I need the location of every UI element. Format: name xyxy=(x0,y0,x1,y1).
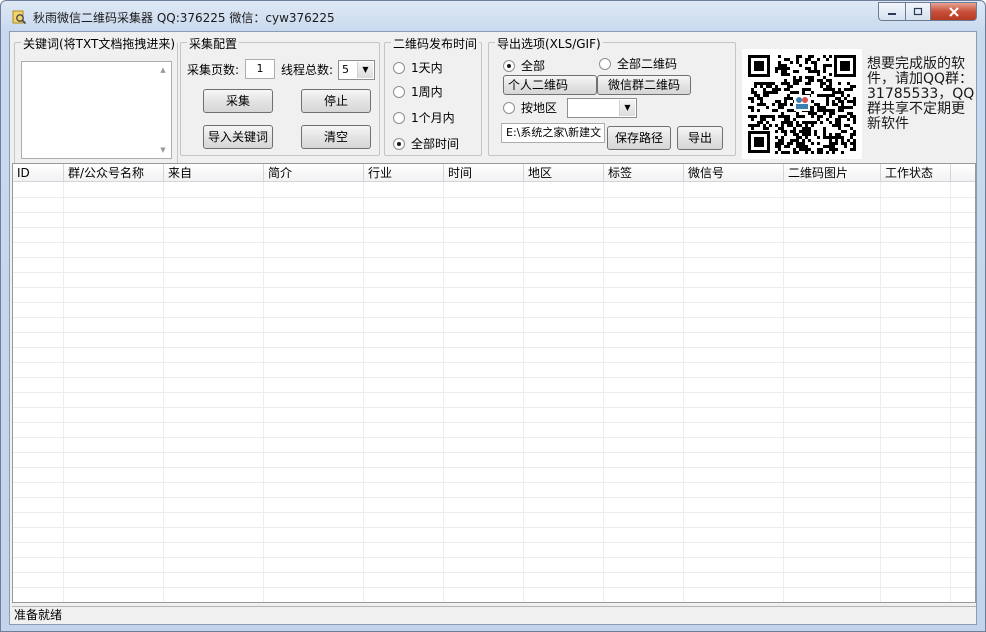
maximize-button[interactable] xyxy=(905,2,931,21)
column-header-source[interactable]: 来自 xyxy=(164,164,264,182)
threads-select[interactable]: 5 ▼ xyxy=(338,60,375,80)
collect-button[interactable]: 采集 xyxy=(203,89,273,113)
maximize-icon xyxy=(913,7,923,15)
column-header-region[interactable]: 地区 xyxy=(524,164,604,182)
app-window: 秋雨微信二维码采集器 QQ:376225 微信：cyw376225 关键词(将T… xyxy=(0,0,986,632)
group-qr-button[interactable]: 微信群二维码 xyxy=(597,75,691,95)
column-header-id[interactable]: ID xyxy=(13,164,64,182)
export-options-group: 导出选项(XLS/GIF) 全部 全部二维码 个人二维码 微信群二维码 按地区 … xyxy=(488,35,736,156)
radio-icon xyxy=(599,57,611,70)
export-options-label: 导出选项(XLS/GIF) xyxy=(495,35,603,52)
pages-input[interactable]: 1 xyxy=(245,59,275,79)
time-option-label: 1个月内 xyxy=(411,111,455,125)
keywords-scrollbar[interactable]: ▲ ▼ xyxy=(155,62,171,158)
time-option-1month[interactable]: 1个月内 xyxy=(393,109,455,126)
time-option-1week[interactable]: 1周内 xyxy=(393,83,443,100)
column-header-intro[interactable]: 简介 xyxy=(264,164,364,182)
radio-icon xyxy=(393,85,405,98)
window-title: 秋雨微信二维码采集器 QQ:376225 微信：cyw376225 xyxy=(33,11,335,25)
pages-label: 采集页数: xyxy=(187,63,240,77)
export-all-label: 全部 xyxy=(521,59,546,73)
column-header-time[interactable]: 时间 xyxy=(444,164,524,182)
column-header-tags[interactable]: 标签 xyxy=(604,164,684,182)
radio-icon xyxy=(503,101,515,114)
table-header: ID 群/公众号名称 来自 简介 行业 时间 地区 标签 微信号 二维码图片 工… xyxy=(13,164,975,182)
radio-icon xyxy=(393,61,405,74)
export-region-label: 按地区 xyxy=(521,101,558,115)
export-all-radio[interactable]: 全部 xyxy=(503,57,545,74)
close-icon xyxy=(948,6,959,17)
app-icon xyxy=(12,10,27,25)
minimize-button[interactable] xyxy=(878,2,905,21)
scroll-up-icon[interactable]: ▲ xyxy=(155,62,171,78)
collect-config-group: 采集配置 采集页数: 1 线程总数: 5 ▼ 采集 停止 导入关键词 清空 xyxy=(180,35,380,156)
column-header-status[interactable]: 工作状态 xyxy=(881,164,951,182)
stop-button[interactable]: 停止 xyxy=(301,89,371,113)
export-button[interactable]: 导出 xyxy=(677,126,723,150)
table-grid xyxy=(13,182,975,602)
status-text: 准备就绪 xyxy=(14,608,63,622)
radio-checked-icon xyxy=(393,137,405,150)
import-keywords-button[interactable]: 导入关键词 xyxy=(203,125,273,149)
client-area: 关键词(将TXT文档拖拽进来) ▲ ▼ 采集配置 采集页数: 1 线程总数: 5… xyxy=(9,31,977,625)
keywords-group-label: 关键词(将TXT文档拖拽进来) xyxy=(21,35,178,52)
region-select[interactable]: ▼ xyxy=(567,98,637,118)
personal-qr-button[interactable]: 个人二维码 xyxy=(503,75,597,95)
publish-time-label: 二维码发布时间 xyxy=(391,35,480,52)
title-bar[interactable]: 秋雨微信二维码采集器 QQ:376225 微信：cyw376225 xyxy=(1,1,985,31)
save-path-button[interactable]: 保存路径 xyxy=(607,126,671,150)
column-header-wechat-id[interactable]: 微信号 xyxy=(684,164,784,182)
clear-button[interactable]: 清空 xyxy=(301,125,371,149)
scroll-down-icon[interactable]: ▼ xyxy=(155,142,171,158)
minimize-icon xyxy=(888,12,896,15)
time-option-1day[interactable]: 1天内 xyxy=(393,59,443,76)
threads-label: 线程总数: xyxy=(281,63,334,77)
threads-value: 5 xyxy=(342,63,349,76)
radio-icon xyxy=(393,111,405,124)
column-header-industry[interactable]: 行业 xyxy=(364,164,444,182)
time-option-all[interactable]: 全部时间 xyxy=(393,135,459,152)
caption-buttons xyxy=(878,2,977,22)
close-button[interactable] xyxy=(931,2,977,21)
column-header-qr-image[interactable]: 二维码图片 xyxy=(784,164,881,182)
promo-text: 想要完成版的软件，请加QQ群：31785533，QQ群共享不定期更新软件 xyxy=(867,56,975,132)
chevron-down-icon[interactable]: ▼ xyxy=(619,100,635,116)
export-region-radio[interactable]: 按地区 xyxy=(503,99,557,116)
time-option-label: 1周内 xyxy=(411,85,443,99)
collect-config-label: 采集配置 xyxy=(187,35,240,52)
chevron-down-icon[interactable]: ▼ xyxy=(357,62,373,78)
time-option-label: 1天内 xyxy=(411,61,443,75)
export-all-qr-label: 全部二维码 xyxy=(617,57,678,71)
export-all-qr-radio[interactable]: 全部二维码 xyxy=(599,55,677,72)
save-path-input[interactable]: E:\系统之家\新建文 xyxy=(501,123,605,143)
time-option-label: 全部时间 xyxy=(411,137,460,151)
keywords-group: 关键词(将TXT文档拖拽进来) ▲ ▼ xyxy=(14,35,178,166)
publish-time-group: 二维码发布时间 1天内 1周内 1个月内 全部时间 xyxy=(384,35,482,156)
status-bar: 准备就绪 xyxy=(12,606,976,624)
results-table[interactable]: ID 群/公众号名称 来自 简介 行业 时间 地区 标签 微信号 二维码图片 工… xyxy=(12,163,976,603)
column-header-name[interactable]: 群/公众号名称 xyxy=(64,164,164,182)
radio-checked-icon xyxy=(503,59,515,72)
qr-code-image xyxy=(742,49,862,159)
keywords-textarea[interactable]: ▲ ▼ xyxy=(21,61,172,159)
